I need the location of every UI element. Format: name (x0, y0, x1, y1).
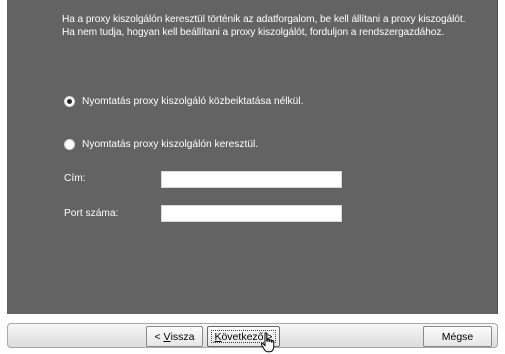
back-button[interactable]: < Vissza (146, 326, 203, 347)
intro-line-2: Ha nem tudja, hogyan kell beállítani a p… (62, 27, 445, 38)
port-label: Port száma: (64, 208, 119, 219)
radio-label-proxy: Nyomtatás proxy kiszolgálón keresztül. (82, 138, 259, 150)
proxy-settings-wizard: Ha a proxy kiszolgálón keresztül történi… (0, 0, 505, 354)
cancel-button-label: Mégse (441, 330, 474, 343)
hand-pointer-icon (260, 332, 275, 353)
cancel-button[interactable]: Mégse (423, 326, 492, 347)
port-input[interactable] (161, 205, 342, 222)
content-panel: Ha a proxy kiszolgálón keresztül történi… (7, 0, 498, 314)
radio-label-direct: Nyomtatás proxy kiszolgáló közbeiktatása… (82, 95, 304, 107)
intro-text: Ha a proxy kiszolgálón keresztül történi… (62, 13, 492, 39)
radio-selected-dot (67, 98, 72, 104)
back-button-mnemonic: V (163, 330, 171, 343)
address-label: Cím: (64, 173, 86, 184)
back-button-label: issza (170, 330, 195, 343)
address-input[interactable] (161, 171, 342, 188)
radio-option-direct[interactable]: Nyomtatás proxy kiszolgáló közbeiktatása… (64, 94, 303, 108)
radio-option-proxy[interactable]: Nyomtatás proxy kiszolgálón keresztül. (64, 137, 258, 151)
radio-button-direct[interactable] (64, 95, 75, 107)
back-button-prefix: < (154, 330, 164, 343)
intro-line-1: Ha a proxy kiszolgálón keresztül történi… (62, 14, 466, 25)
radio-button-proxy[interactable] (64, 138, 75, 150)
